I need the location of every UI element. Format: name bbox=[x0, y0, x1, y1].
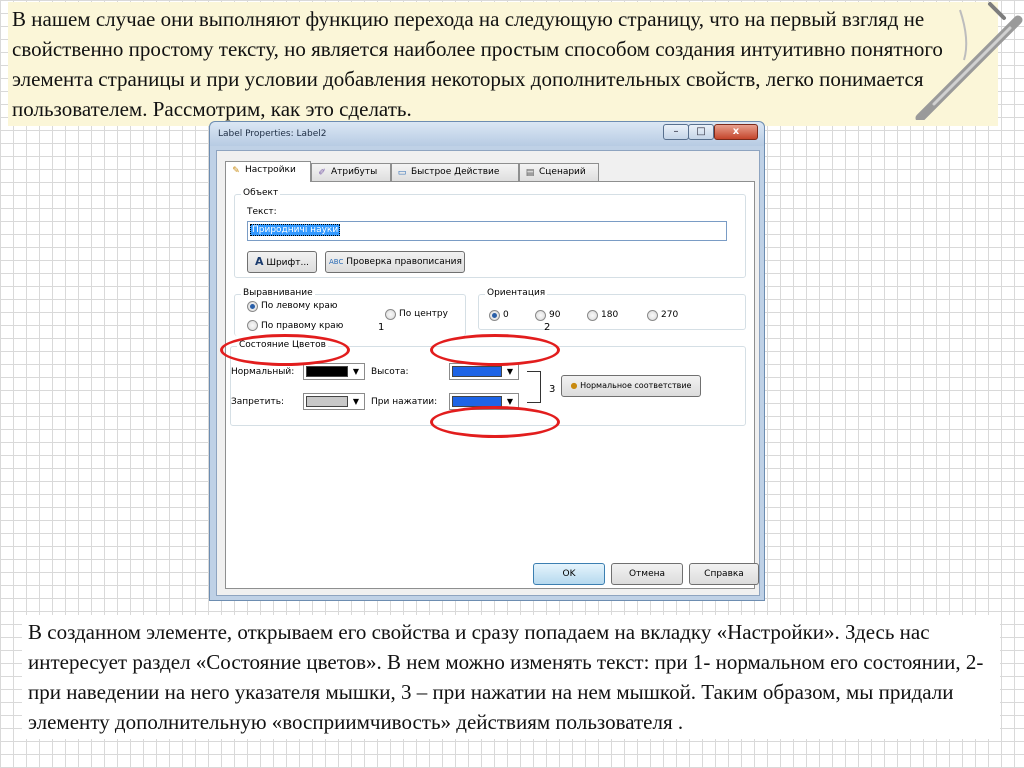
pen-decoration-icon bbox=[915, 2, 1023, 120]
cancel-button[interactable]: Отмена bbox=[611, 563, 683, 585]
align-left-label: По левому краю bbox=[261, 301, 338, 311]
disabled-color-picker[interactable]: ▼ bbox=[303, 393, 365, 410]
wand-icon: ✐ bbox=[318, 168, 326, 178]
chevron-down-icon: ▼ bbox=[352, 397, 360, 406]
tab-label: Настройки bbox=[245, 165, 296, 175]
ok-button[interactable]: OK bbox=[533, 563, 605, 585]
orientation-270-label: 270 bbox=[661, 310, 679, 320]
tab-label: Сценарий bbox=[539, 167, 586, 177]
orientation-group: Ориентация 0 90 180 270 bbox=[478, 288, 746, 330]
annotation-number-2: 2 bbox=[544, 322, 551, 333]
script-icon: ▤ bbox=[525, 168, 535, 178]
tab-attributes[interactable]: ✐ Атрибуты bbox=[311, 163, 391, 181]
align-center-label: По центру bbox=[399, 309, 448, 319]
pencil-icon: ✎ bbox=[232, 166, 240, 176]
orientation-group-legend: Ориентация bbox=[485, 288, 548, 298]
tab-settings[interactable]: ✎ Настройки bbox=[225, 161, 311, 182]
chevron-down-icon: ▼ bbox=[352, 367, 360, 376]
text-field-value: Природничі науки bbox=[250, 224, 341, 236]
tab-label: Быстрое Действие bbox=[411, 167, 500, 177]
align-center-radio[interactable] bbox=[385, 309, 396, 320]
chevron-down-icon: ▼ bbox=[506, 367, 514, 376]
object-group-legend: Объект bbox=[241, 188, 281, 198]
orientation-90-label: 90 bbox=[549, 310, 561, 320]
font-button[interactable]: A Шрифт... bbox=[247, 251, 317, 273]
normal-color-swatch bbox=[306, 366, 348, 377]
annotation-ellipse-pressed bbox=[430, 406, 560, 438]
normal-color-picker[interactable]: ▼ bbox=[303, 363, 365, 380]
object-group: Объект Текст: Природничі науки A Шрифт..… bbox=[234, 188, 746, 278]
label-properties-dialog: Label Properties: Label2 – □ x ✎ Настройк… bbox=[209, 121, 765, 601]
normal-match-button[interactable]: ● Нормальное соответствие bbox=[561, 375, 701, 397]
text-field[interactable]: Природничі науки bbox=[247, 221, 727, 241]
dialog-title: Label Properties: Label2 bbox=[218, 129, 327, 139]
dialog-titlebar: Label Properties: Label2 – □ x bbox=[210, 122, 764, 146]
orientation-270-radio[interactable] bbox=[647, 310, 658, 321]
hover-color-swatch bbox=[452, 366, 502, 377]
normal-color-label: Нормальный: bbox=[231, 367, 295, 377]
spell-check-icon: ABC bbox=[329, 258, 344, 266]
annotation-bracket bbox=[527, 371, 541, 403]
orientation-90-radio[interactable] bbox=[535, 310, 546, 321]
orientation-0-label: 0 bbox=[503, 310, 509, 320]
align-right-label: По правому краю bbox=[261, 321, 344, 331]
minimize-button[interactable]: – bbox=[663, 124, 689, 140]
hover-color-label: Высота: bbox=[371, 367, 409, 377]
top-paragraph: В нашем случае они выполняют функцию пер… bbox=[8, 2, 998, 126]
align-right-radio[interactable] bbox=[247, 320, 258, 331]
window-icon: ▭ bbox=[397, 168, 407, 178]
alignment-group: Выравнивание По левому краю По центру По… bbox=[234, 288, 466, 336]
tab-script[interactable]: ▤ Сценарий bbox=[519, 163, 599, 181]
align-left-radio[interactable] bbox=[247, 301, 258, 312]
font-icon: A bbox=[254, 255, 264, 268]
maximize-button[interactable]: □ bbox=[688, 124, 714, 140]
tab-label: Атрибуты bbox=[331, 167, 378, 177]
annotation-number-1: 1 bbox=[378, 322, 385, 333]
orientation-0-radio[interactable] bbox=[489, 310, 500, 321]
dialog-client-area: ✎ Настройки ✐ Атрибуты ▭ Быстрое Действие ▤… bbox=[216, 150, 760, 596]
annotation-ellipse-normal bbox=[220, 334, 350, 366]
tab-quick-action[interactable]: ▭ Быстрое Действие bbox=[391, 163, 519, 181]
orientation-180-label: 180 bbox=[601, 310, 619, 320]
pressed-color-label: При нажатии: bbox=[371, 397, 438, 407]
orientation-180-radio[interactable] bbox=[587, 310, 598, 321]
close-button[interactable]: x bbox=[714, 124, 758, 140]
bottom-paragraph: В созданном элементе, открываем его свой… bbox=[22, 615, 1000, 739]
disabled-color-swatch bbox=[306, 396, 348, 407]
help-button[interactable]: Справка bbox=[689, 563, 759, 585]
alignment-group-legend: Выравнивание bbox=[241, 288, 315, 298]
annotation-number-3: 3 bbox=[549, 384, 556, 395]
spell-check-button[interactable]: ABC Проверка правописания bbox=[325, 251, 465, 273]
text-field-label: Текст: bbox=[247, 207, 277, 217]
match-icon: ● bbox=[570, 381, 578, 390]
annotation-ellipse-hover bbox=[430, 334, 560, 366]
disabled-color-label: Запретить: bbox=[231, 397, 285, 407]
settings-panel: Объект Текст: Природничі науки A Шрифт..… bbox=[220, 181, 755, 589]
